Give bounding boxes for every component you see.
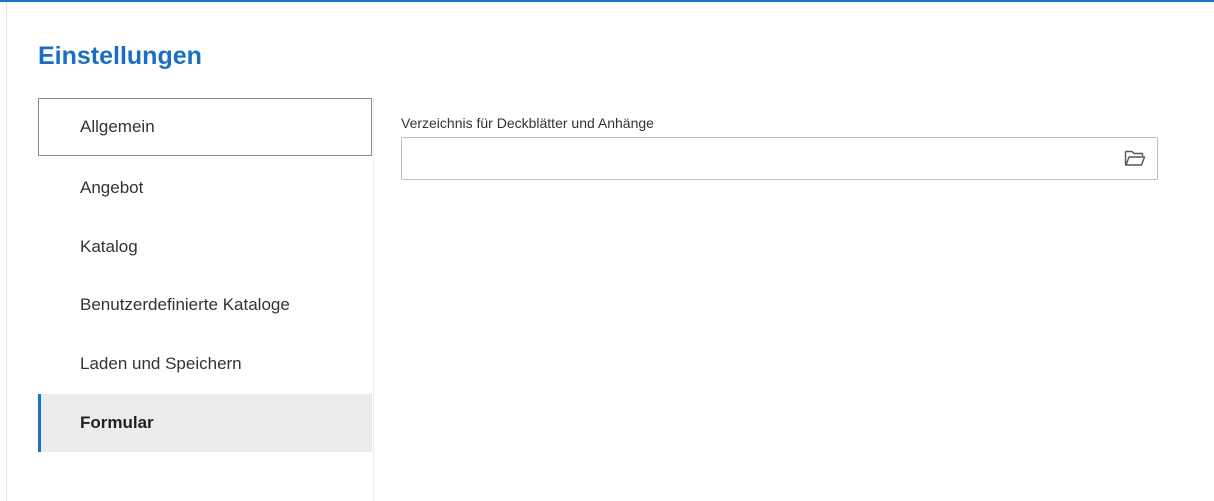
sidebar-item-label: Formular [80,413,154,432]
directory-field-label: Verzeichnis für Deckblätter und Anhänge [401,115,654,131]
sidebar-item-label: Angebot [80,178,144,197]
window-top-border [0,0,1214,2]
sidebar-item-label: Katalog [80,237,138,256]
settings-sidebar: Allgemein Angebot Katalog Benutzerdefini… [38,98,374,501]
browse-folder-button[interactable] [1121,145,1149,171]
sidebar-item-katalog[interactable]: Katalog [38,218,372,276]
window-left-edge [6,2,7,501]
sidebar-item-allgemein[interactable]: Allgemein [38,98,372,156]
settings-page: Einstellungen Allgemein Angebot Katalog … [0,0,1214,501]
sidebar-item-label: Allgemein [80,117,155,136]
folder-open-icon [1124,150,1146,166]
sidebar-item-label: Laden und Speichern [80,354,242,373]
sidebar-item-angebot[interactable]: Angebot [38,159,372,217]
sidebar-item-benutzerdefinierte-kataloge[interactable]: Benutzerdefinierte Kataloge [38,276,372,334]
sidebar-item-label: Benutzerdefinierte Kataloge [80,295,290,314]
sidebar-item-laden-und-speichern[interactable]: Laden und Speichern [38,335,372,393]
sidebar-item-formular[interactable]: Formular [38,394,372,452]
directory-field [401,137,1158,180]
page-title: Einstellungen [38,42,202,70]
directory-input[interactable] [402,138,1102,179]
